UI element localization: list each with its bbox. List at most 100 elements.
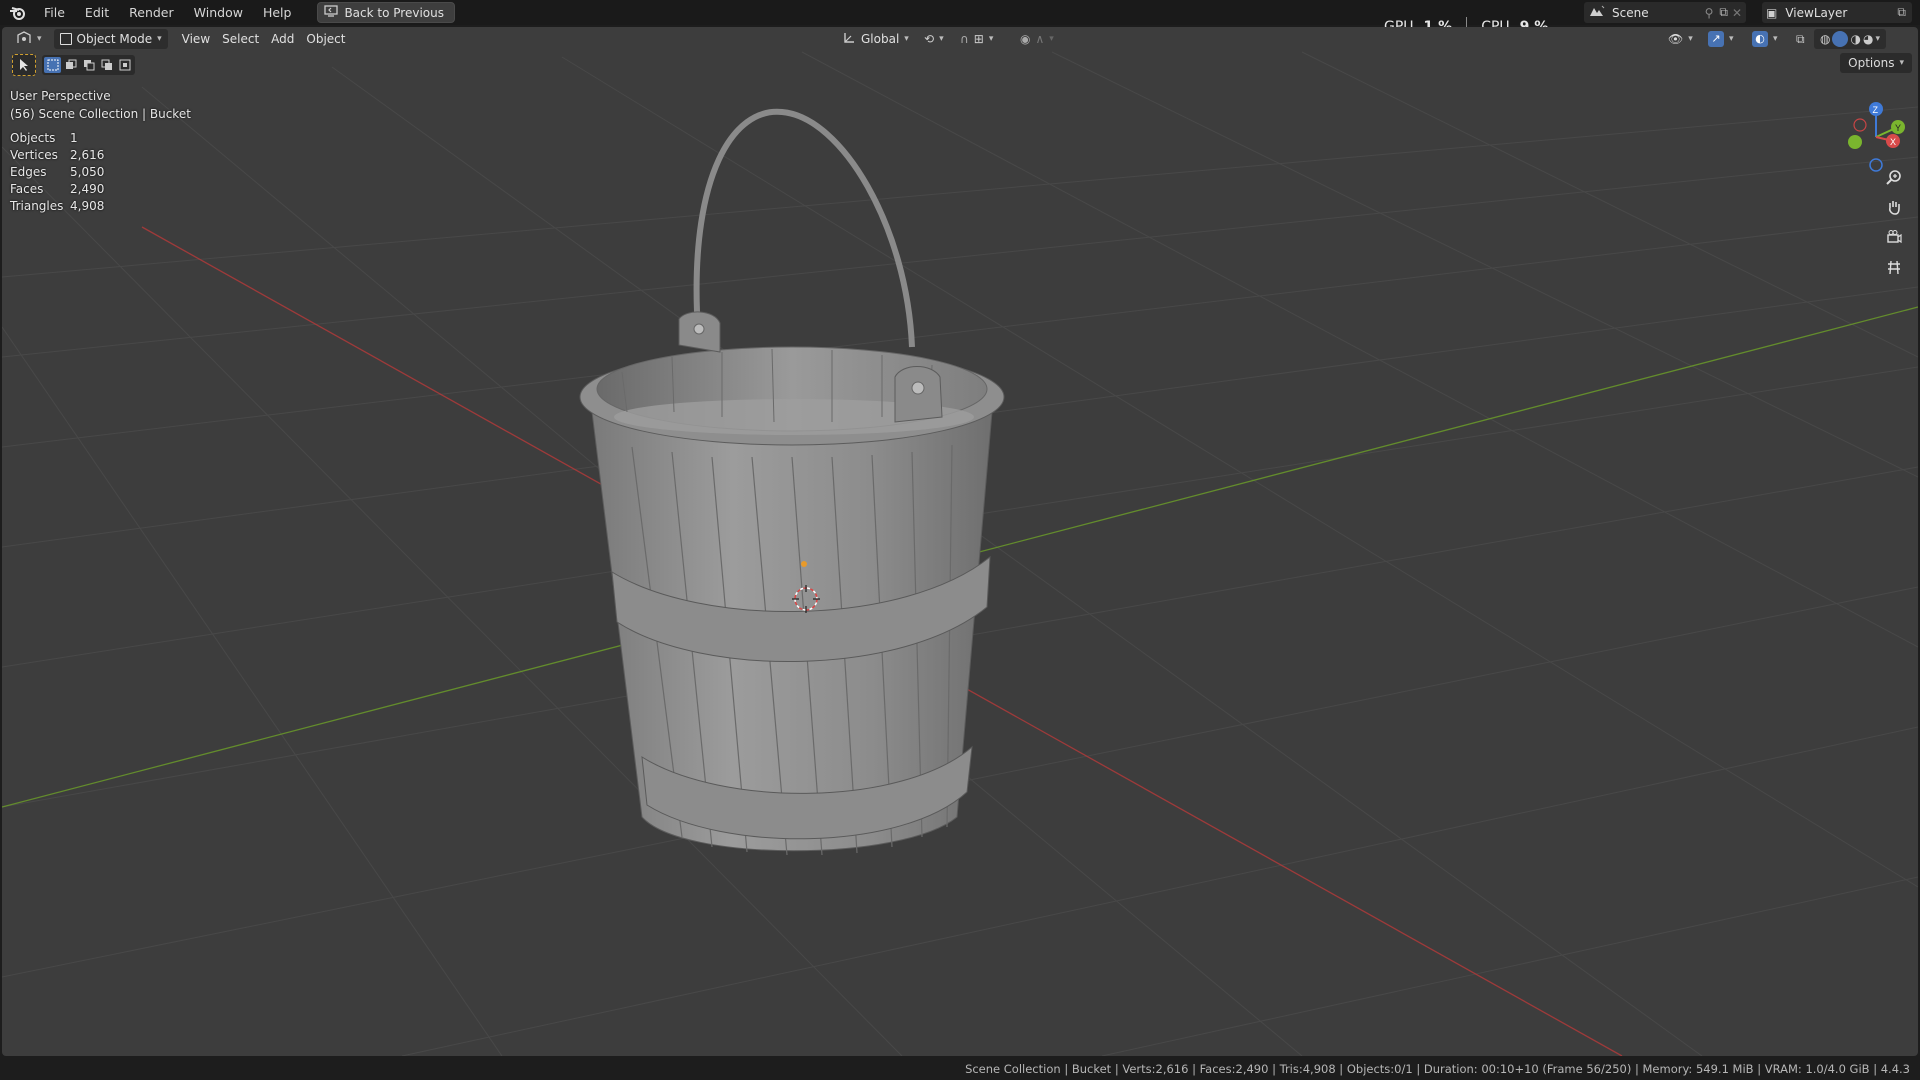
- status-bar: Scene Collection | Bucket | Verts:2,616 …: [0, 1058, 1920, 1080]
- select-extend-icon[interactable]: [62, 57, 79, 73]
- pivot-point-selector[interactable]: ⟲ ▾: [918, 29, 950, 49]
- overlays-icon: ◐: [1752, 31, 1768, 47]
- viewport-info: User Perspective (56) Scene Collection |…: [10, 87, 191, 123]
- transform-orientation-selector[interactable]: Global ▾: [836, 29, 915, 49]
- gizmo-toggle[interactable]: ↗ ▾: [1702, 29, 1740, 49]
- chevron-down-icon: ▾: [939, 34, 944, 44]
- menu-render[interactable]: Render: [119, 0, 184, 25]
- object-origin: [801, 561, 807, 567]
- selection-mode-group: [42, 55, 135, 75]
- chevron-down-icon: ▾: [37, 34, 42, 44]
- gizmo-icon: ↗: [1708, 31, 1724, 47]
- camera-view-icon[interactable]: [1882, 225, 1906, 249]
- orientation-label: Global: [861, 32, 900, 46]
- stat-label: Triangles: [10, 199, 64, 213]
- view-layer-name: ViewLayer: [1785, 5, 1848, 20]
- wireframe-shading-icon[interactable]: ◍: [1820, 32, 1830, 46]
- menu-file[interactable]: File: [34, 0, 75, 25]
- menu-window[interactable]: Window: [184, 0, 253, 25]
- chevron-down-icon: ▾: [988, 34, 994, 44]
- view-layer-icon: ▣: [1766, 5, 1778, 20]
- 3d-viewport[interactable]: ▾ Object Mode ▾ View Select Add Object G…: [2, 27, 1918, 1056]
- navigation-buttons: [1882, 165, 1906, 279]
- stats-row: Edges 5,050: [10, 164, 104, 181]
- gizmo-x-label: X: [1890, 137, 1896, 147]
- rendered-shading-icon[interactable]: ◕: [1863, 32, 1873, 46]
- chevron-down-icon: ▾: [1729, 34, 1734, 44]
- orthographic-grid-icon[interactable]: [1882, 255, 1906, 279]
- pan-hand-icon[interactable]: [1882, 195, 1906, 219]
- chevron-down-icon[interactable]: ▾: [1875, 34, 1880, 44]
- xray-icon: ⧉: [1796, 31, 1805, 46]
- proportional-editing-toggle[interactable]: ◉ ∧ ▾: [1014, 29, 1060, 49]
- menu-help[interactable]: Help: [253, 0, 302, 25]
- magnet-icon: ∩: [960, 32, 969, 46]
- options-label: Options: [1848, 56, 1895, 70]
- bucket-handle: [693, 108, 915, 348]
- stat-label: Vertices: [10, 148, 58, 162]
- back-to-previous-button[interactable]: Back to Previous: [317, 2, 455, 23]
- snap-target-icon: ⊞: [973, 32, 984, 46]
- editor-type-selector[interactable]: ▾: [10, 29, 48, 49]
- close-icon[interactable]: ✕: [1732, 6, 1742, 20]
- stats-row: Triangles 4,908: [10, 198, 104, 215]
- viewport-scene[interactable]: [2, 27, 1918, 1056]
- mode-label: Object Mode: [76, 32, 153, 46]
- navigation-gizmo[interactable]: Z Y X: [1838, 87, 1918, 207]
- snapping-toggle[interactable]: ∩ ⊞ ▾: [954, 29, 999, 49]
- overlays-toggle[interactable]: ◐ ▾: [1746, 29, 1784, 49]
- falloff-icon: ∧: [1035, 32, 1045, 46]
- view-layer-selector[interactable]: ▣ ViewLayer ⧉: [1762, 2, 1912, 23]
- pin-icon[interactable]: ⚲: [1705, 6, 1714, 20]
- eye-icon: 👁: [1668, 32, 1684, 46]
- gizmo-z-label: Z: [1873, 105, 1879, 115]
- chevron-down-icon: ▾: [1688, 34, 1693, 44]
- scene-selector[interactable]: Scene ⚲ ⧉ ✕: [1584, 2, 1746, 23]
- select-invert-icon[interactable]: [98, 57, 115, 73]
- object-mode-icon: [59, 33, 72, 45]
- stat-value: 2,616: [70, 148, 105, 162]
- select-tool-button[interactable]: [12, 54, 36, 76]
- scene-statistics: Objects 1 Vertices 2,616 Edges 5,050 Faces 2…: [10, 130, 104, 215]
- select-intersect-icon[interactable]: [116, 57, 133, 73]
- proportional-icon: ◉: [1020, 32, 1031, 46]
- status-bar-text: Scene Collection | Bucket | Verts:2,616 …: [965, 1062, 1910, 1076]
- orientation-icon: [842, 31, 856, 48]
- menu-add[interactable]: Add: [265, 29, 300, 49]
- stat-label: Objects: [10, 131, 56, 145]
- stat-value: 2,490: [70, 182, 105, 196]
- menu-select[interactable]: Select: [216, 29, 265, 49]
- new-view-layer-icon[interactable]: ⧉: [1897, 5, 1906, 20]
- perspective-label: User Perspective: [10, 89, 111, 103]
- blender-logo-icon[interactable]: [8, 3, 28, 23]
- scene-name: Scene: [1612, 5, 1649, 20]
- stat-value: 1: [70, 131, 78, 145]
- 3d-viewport-icon: [16, 30, 32, 48]
- chevron-down-icon: ▾: [1899, 58, 1904, 68]
- stats-row: Vertices 2,616: [10, 147, 104, 164]
- select-subtract-icon[interactable]: [80, 57, 97, 73]
- chevron-down-icon: ▾: [1049, 34, 1054, 44]
- menu-view[interactable]: View: [176, 29, 216, 49]
- gizmo-y-label: Y: [1895, 123, 1901, 133]
- select-new-icon[interactable]: [44, 57, 61, 73]
- stats-row: Objects 1: [10, 130, 104, 147]
- menu-edit[interactable]: Edit: [75, 0, 119, 25]
- zoom-icon[interactable]: [1882, 165, 1906, 189]
- mode-selector[interactable]: Object Mode ▾: [53, 29, 168, 49]
- viewport-header: ▾ Object Mode ▾ View Select Add Object G…: [2, 27, 1918, 51]
- stat-value: 4,908: [70, 199, 105, 213]
- tool-settings-row: [12, 54, 135, 76]
- options-dropdown[interactable]: Options ▾: [1840, 53, 1912, 73]
- xray-toggle[interactable]: ⧉: [1790, 29, 1811, 49]
- menu-object[interactable]: Object: [300, 29, 351, 49]
- chevron-down-icon: ▾: [157, 34, 162, 44]
- shading-mode-group: ◍ ◑ ◕ ▾: [1814, 29, 1886, 49]
- stat-label: Edges: [10, 165, 47, 179]
- chevron-down-icon: ▾: [904, 34, 909, 44]
- new-scene-icon[interactable]: ⧉: [1719, 5, 1728, 20]
- solid-shading-icon[interactable]: [1832, 31, 1849, 47]
- visibility-selector[interactable]: 👁 ▾: [1662, 29, 1699, 49]
- screen-icon: [324, 5, 339, 20]
- material-shading-icon[interactable]: ◑: [1850, 32, 1860, 46]
